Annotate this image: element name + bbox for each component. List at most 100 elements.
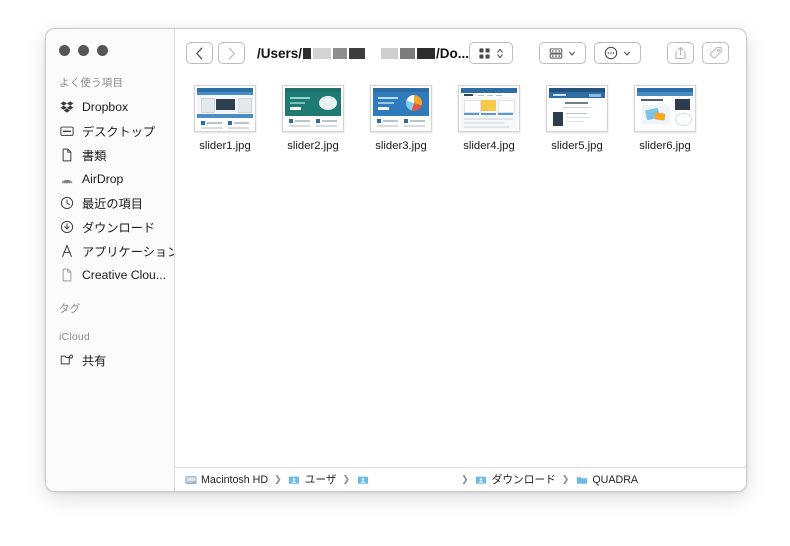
breadcrumb-quadra[interactable]: QUADRA (575, 473, 638, 486)
file-item[interactable]: slider6.jpg (621, 85, 709, 152)
document-icon (59, 268, 74, 283)
thumbnail-image-slider3 (373, 88, 429, 129)
sidebar-item-label: 書類 (82, 149, 107, 163)
finder-window: よく使う項目 Dropbox デスクトップ 書類 AirDrop 最近の項目 ダ… (45, 28, 747, 492)
breadcrumb-user-home[interactable] (356, 473, 373, 486)
action-menu-button[interactable] (594, 42, 642, 64)
file-thumbnail (282, 85, 344, 132)
breadcrumb-downloads[interactable]: ダウンロード (475, 472, 556, 487)
chevron-right-icon (228, 47, 235, 59)
sidebar-item-label: デスクトップ (82, 125, 156, 139)
group-by-button[interactable] (539, 42, 587, 64)
redacted-block (349, 47, 366, 59)
file-browser-area[interactable]: slider1.jpg slider2.jpg slider3.jpg slid… (175, 77, 746, 467)
chevron-left-icon (196, 47, 203, 59)
chevron-down-icon (624, 51, 630, 56)
back-button[interactable] (186, 42, 213, 64)
path-bar: Macintosh HD ❯ ユーザ ❯ ❯ ダウンロード ❯ QUADRA (175, 467, 746, 491)
document-icon (59, 148, 74, 163)
airdrop-icon (59, 172, 74, 187)
sidebar-item-applications[interactable]: アプリケーション (46, 239, 174, 263)
path-title: /Users/ /Do... (257, 46, 469, 61)
sidebar-section-tags-header: タグ (59, 303, 81, 315)
file-name-label: slider6.jpg (639, 140, 691, 152)
sidebar-item-label: 最近の項目 (82, 197, 143, 211)
redacted-block (400, 47, 416, 59)
thumbnail-image-slider5 (549, 88, 605, 129)
harddisk-icon (184, 473, 197, 486)
folder-user-icon (475, 473, 488, 486)
sidebar-item-dropbox[interactable]: Dropbox (46, 95, 174, 119)
file-name-label: slider5.jpg (551, 140, 603, 152)
zoom-button[interactable] (97, 45, 108, 56)
download-icon (59, 220, 74, 235)
toolbar: /Users/ /Do... (175, 29, 746, 77)
folder-icon (575, 473, 588, 486)
thumbnail-image-slider1 (197, 88, 253, 129)
breadcrumb-label: ダウンロード (491, 474, 556, 486)
sidebar-item-shared[interactable]: 共有 (46, 348, 174, 372)
sidebar-item-label: AirDrop (82, 172, 124, 186)
tag-icon (709, 46, 722, 59)
file-grid: slider1.jpg slider2.jpg slider3.jpg slid… (175, 85, 746, 152)
redacted-block (333, 47, 348, 59)
file-item[interactable]: slider2.jpg (269, 85, 357, 152)
share-button[interactable] (667, 42, 695, 64)
file-thumbnail (458, 85, 520, 132)
redacted-block (303, 47, 312, 59)
share-icon (675, 46, 686, 60)
sidebar-item-documents[interactable]: 書類 (46, 143, 174, 167)
file-name-label: slider4.jpg (463, 140, 515, 152)
file-item[interactable]: slider3.jpg (357, 85, 445, 152)
main-area: /Users//Do... slider1.jpg slider2.jpg sl… (175, 29, 746, 491)
redacted-block (381, 47, 399, 59)
sidebar-item-airdrop[interactable]: AirDrop (46, 167, 174, 191)
forward-button[interactable] (218, 42, 245, 64)
window-controls (59, 45, 108, 56)
breadcrumb-separator: ❯ (461, 474, 469, 484)
sidebar-section-icloud-header: iCloud (59, 331, 90, 343)
redacted-block (313, 47, 332, 59)
breadcrumb-separator: ❯ (342, 474, 351, 484)
file-item[interactable]: slider1.jpg (181, 85, 269, 152)
sidebar-item-downloads[interactable]: ダウンロード (46, 215, 174, 239)
sidebar-item-label: ダウンロード (82, 221, 156, 235)
sidebar: よく使う項目 Dropbox デスクトップ 書類 AirDrop 最近の項目 ダ… (46, 29, 175, 491)
sidebar-section-favorites-header: よく使う項目 (59, 77, 124, 89)
file-name-label: slider2.jpg (287, 140, 339, 152)
file-thumbnail (194, 85, 256, 132)
clock-icon (59, 196, 74, 211)
breadcrumb-users[interactable]: ユーザ (288, 472, 337, 487)
file-item[interactable]: slider4.jpg (445, 85, 533, 152)
path-suffix: /Do... (436, 45, 470, 61)
view-switcher-button[interactable] (469, 42, 514, 64)
breadcrumb-label: QUADRA (592, 473, 639, 486)
breadcrumb-separator: ❯ (274, 474, 282, 484)
file-thumbnail (370, 85, 432, 132)
file-thumbnail (634, 85, 696, 132)
file-item[interactable]: slider5.jpg (533, 85, 621, 152)
breadcrumb-macintosh-hd[interactable]: Macintosh HD (184, 473, 268, 486)
breadcrumb-label: ユーザ (304, 474, 337, 486)
thumbnail-image-slider2 (285, 88, 341, 129)
sidebar-item-label: Creative Clou... (82, 268, 166, 282)
dropbox-icon (59, 100, 74, 115)
sidebar-item-label: アプリケーション (82, 245, 174, 259)
ellipsis-circle-icon (604, 46, 618, 60)
grid-view-icon (479, 47, 490, 59)
minimize-button[interactable] (78, 45, 89, 56)
breadcrumb-separator: ❯ (561, 474, 570, 484)
redacted-block (417, 47, 436, 59)
sidebar-item-label: Dropbox (82, 100, 129, 114)
sidebar-item-creative-cloud[interactable]: Creative Clou... (46, 263, 174, 287)
group-rows-icon (549, 47, 563, 59)
file-name-label: slider1.jpg (199, 140, 251, 152)
sidebar-item-label: 共有 (82, 354, 107, 368)
sidebar-item-desktop[interactable]: デスクトップ (46, 119, 174, 143)
desktop-icon (59, 124, 74, 139)
tag-button[interactable] (702, 42, 730, 64)
file-name-label: slider3.jpg (375, 140, 427, 152)
folder-user-icon (356, 473, 369, 486)
close-button[interactable] (59, 45, 70, 56)
sidebar-item-recents[interactable]: 最近の項目 (46, 191, 174, 215)
